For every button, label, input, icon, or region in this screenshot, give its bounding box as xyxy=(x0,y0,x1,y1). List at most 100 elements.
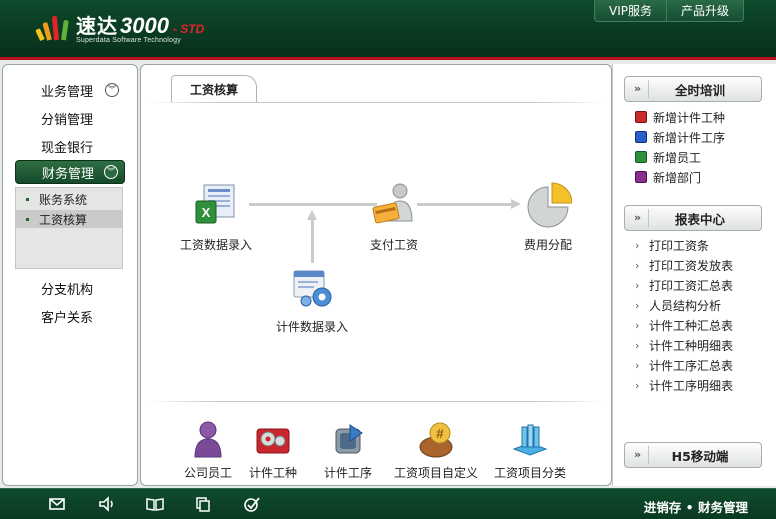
piece-entry-icon xyxy=(293,270,332,307)
bullet-icon xyxy=(26,197,29,201)
link-report[interactable]: › 计件工种汇总表 xyxy=(635,316,733,334)
logo-edition: - STD xyxy=(172,22,205,36)
chevron-down-icon[interactable]: ︾ xyxy=(105,83,119,97)
nav-item-distribution[interactable]: 分销管理 xyxy=(15,107,125,129)
link-label: 新增部门 xyxy=(653,170,702,185)
nav-item-finance[interactable]: 财务管理 ︾ xyxy=(15,160,125,184)
shortcut-piece-processes[interactable]: 计件工序 xyxy=(305,419,391,481)
link-label: 计件工种明细表 xyxy=(649,338,734,353)
double-chevron-icon: » xyxy=(627,80,649,98)
shortcut-piece-types[interactable]: 计件工种 xyxy=(230,419,316,481)
shortcut-custom-pay-items[interactable]: # 工资项目自定义 xyxy=(393,419,479,481)
link-label: 新增计件工种 xyxy=(653,110,726,125)
h5-mobile-header[interactable]: » H5移动端 xyxy=(624,442,762,468)
chevron-right-icon: › xyxy=(635,238,640,252)
link-report[interactable]: › 打印工资条 xyxy=(635,236,709,254)
tab-divider xyxy=(147,102,605,103)
check-icon[interactable] xyxy=(243,496,261,512)
link-report[interactable]: › 计件工种明细表 xyxy=(635,336,733,354)
link-report[interactable]: › 人员结构分析 xyxy=(635,296,721,314)
reports-header[interactable]: » 报表中心 xyxy=(624,205,762,231)
link-new-piece-process[interactable]: 新增计件工序 xyxy=(635,128,725,146)
book-icon xyxy=(635,151,647,163)
chevron-down-icon[interactable]: ︾ xyxy=(104,165,118,179)
nav-item-customer-relations[interactable]: 客户关系 xyxy=(15,305,125,327)
process-icon xyxy=(335,424,363,454)
chevron-right-icon: › xyxy=(635,258,640,272)
nav-item-label: 分支机构 xyxy=(41,282,94,298)
svg-text:X: X xyxy=(202,205,211,220)
vip-service-button[interactable]: VIP服务 xyxy=(593,0,666,22)
sub-item-payroll[interactable]: 工资核算 xyxy=(16,210,122,228)
shortcut-label: 工资项目分类 xyxy=(493,466,566,480)
link-report[interactable]: › 计件工序汇总表 xyxy=(635,356,733,374)
section-title: H5移动端 xyxy=(671,448,729,464)
shortcut-pay-item-categories[interactable]: 工资项目分类 xyxy=(487,419,573,481)
nav-item-cash-bank[interactable]: 现金银行 xyxy=(15,135,125,157)
copy-icon[interactable] xyxy=(194,496,212,512)
flow-node-piece-entry[interactable]: 计件数据录入 xyxy=(267,263,357,335)
gears-icon xyxy=(256,428,290,454)
shortcut-label: 计件工序 xyxy=(323,466,372,480)
link-label: 计件工序明细表 xyxy=(649,378,734,393)
link-new-employee[interactable]: 新增员工 xyxy=(635,148,701,166)
link-label: 打印工资发放表 xyxy=(649,258,734,273)
flow-node-data-entry[interactable]: X 工资数据录入 xyxy=(171,181,261,253)
link-new-department[interactable]: 新增部门 xyxy=(635,168,701,186)
flow-node-label: 支付工资 xyxy=(369,238,418,252)
link-report[interactable]: › 打印工资发放表 xyxy=(635,256,733,274)
bullet-icon xyxy=(26,217,29,221)
section-title: 全时培训 xyxy=(674,82,725,98)
chevron-right-icon: › xyxy=(635,358,640,372)
flow-connector xyxy=(311,219,314,263)
book-icon xyxy=(635,111,647,123)
coin-bag-icon: # xyxy=(419,422,453,458)
link-label: 打印工资汇总表 xyxy=(649,278,734,293)
employee-icon xyxy=(194,421,222,458)
link-label: 人员结构分析 xyxy=(649,298,722,313)
book-icon xyxy=(635,131,647,143)
double-chevron-icon: » xyxy=(627,209,649,227)
chevron-right-icon: › xyxy=(635,278,640,292)
spreadsheet-icon: X xyxy=(195,184,235,224)
bottom-divider xyxy=(147,401,605,402)
logo-title-num: 3000 xyxy=(120,13,169,38)
chevron-right-icon: › xyxy=(635,338,640,352)
pie-chart-icon xyxy=(527,182,573,228)
flow-node-label: 计件数据录入 xyxy=(275,320,348,334)
shortcut-label: 计件工种 xyxy=(248,466,297,480)
nav-item-label: 业务管理 xyxy=(41,84,94,100)
nav-item-label: 现金银行 xyxy=(41,140,94,156)
shortcut-label: 工资项目自定义 xyxy=(393,466,478,480)
logo-subtitle: Superdata Software Technology xyxy=(76,37,181,44)
flow-node-cost[interactable]: 费用分配 xyxy=(503,181,593,253)
link-new-piece-type[interactable]: 新增计件工种 xyxy=(635,108,725,126)
double-chevron-icon: » xyxy=(627,446,649,464)
sub-item-accounting[interactable]: 账务系统 xyxy=(16,190,122,208)
book-icon[interactable] xyxy=(146,496,164,512)
nav-item-business[interactable]: 业务管理 ︾ xyxy=(15,79,125,101)
product-upgrade-button[interactable]: 产品升级 xyxy=(665,0,744,22)
logo-title-cn: 速达 xyxy=(76,14,118,38)
logo-mark-icon xyxy=(35,14,72,42)
link-label: 新增员工 xyxy=(653,150,702,165)
section-title: 报表中心 xyxy=(674,211,725,227)
svg-text:#: # xyxy=(436,426,444,441)
nav-item-branches[interactable]: 分支机构 xyxy=(15,277,125,299)
link-label: 计件工序汇总表 xyxy=(649,358,734,373)
speaker-icon[interactable] xyxy=(98,496,116,512)
nav-item-label: 财务管理 xyxy=(42,166,95,182)
book-icon xyxy=(635,171,647,183)
mail-icon[interactable] xyxy=(48,496,66,512)
sub-item-label: 账务系统 xyxy=(39,192,88,207)
link-report[interactable]: › 打印工资汇总表 xyxy=(635,276,733,294)
left-nav: 业务管理 ︾ 分销管理 现金银行 财务管理 ︾ 账务系统 工资核算 分支机构 客… xyxy=(2,64,138,486)
flow-node-pay[interactable]: 支付工资 xyxy=(349,181,439,253)
flow-node-label: 工资数据录入 xyxy=(179,238,252,252)
sub-item-label: 工资核算 xyxy=(39,212,88,227)
folders-icon xyxy=(512,424,548,456)
chevron-right-icon: › xyxy=(635,298,640,312)
training-header[interactable]: » 全时培训 xyxy=(624,76,762,102)
link-report[interactable]: › 计件工序明细表 xyxy=(635,376,733,394)
tab-payroll[interactable]: 工资核算 xyxy=(171,75,257,103)
